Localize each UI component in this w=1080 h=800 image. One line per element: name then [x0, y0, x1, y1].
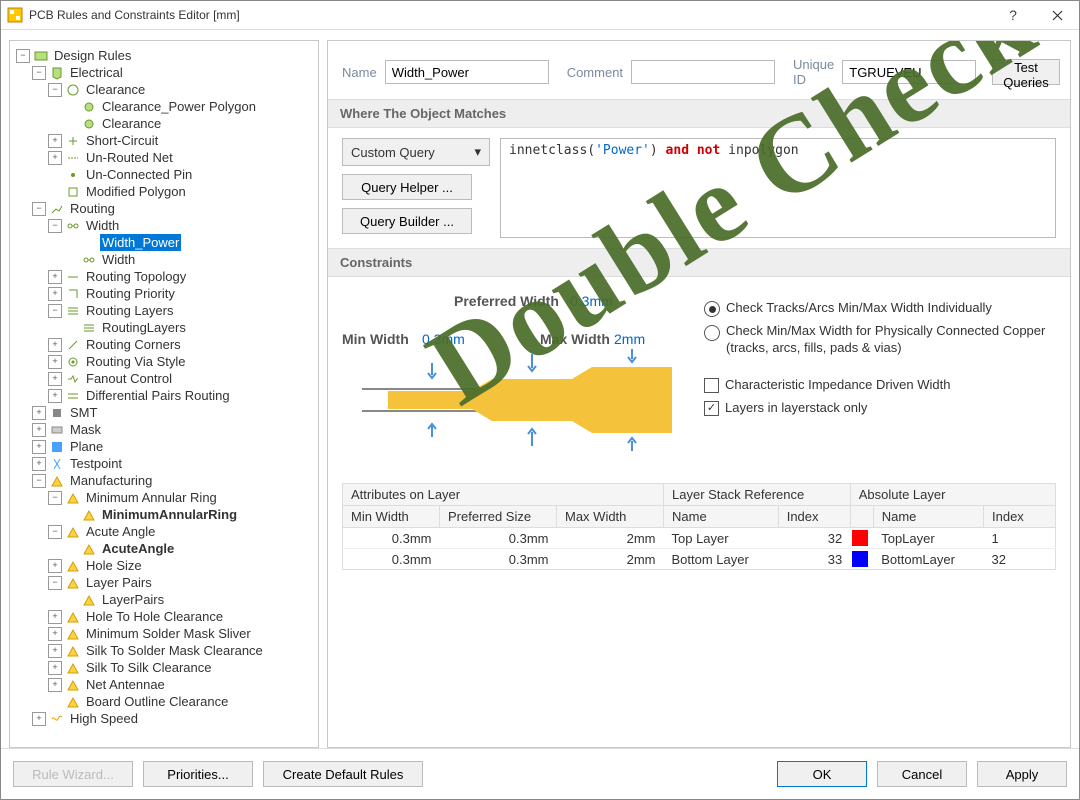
comment-input[interactable]	[631, 60, 775, 84]
tree-boardout[interactable]: Board Outline Clearance	[84, 693, 230, 710]
th-maxw[interactable]: Max Width	[557, 506, 664, 528]
uid-input[interactable]	[842, 60, 976, 84]
tree-hole[interactable]: Hole Size	[84, 557, 144, 574]
tree-rvia[interactable]: Routing Via Style	[84, 353, 188, 370]
opt-connected-label: Check Min/Max Width for Physically Conne…	[726, 323, 1045, 357]
tree-short[interactable]: Short-Circuit	[84, 132, 160, 149]
th-aname[interactable]: Name	[873, 506, 983, 528]
tree-silk2silk[interactable]: Silk To Silk Clearance	[84, 659, 213, 676]
opt-individual-radio[interactable]	[704, 301, 720, 317]
cancel-button[interactable]: Cancel	[877, 761, 967, 787]
ok-button[interactable]: OK	[777, 761, 867, 787]
th-sidx[interactable]: Index	[778, 506, 850, 528]
opt-layerstack-check[interactable]: ✓	[704, 401, 719, 416]
tree-mar[interactable]: Minimum Annular Ring	[84, 489, 219, 506]
rule-wizard-button[interactable]: Rule Wizard...	[13, 761, 133, 787]
apply-button[interactable]: Apply	[977, 761, 1067, 787]
window-title: PCB Rules and Constraints Editor [mm]	[29, 8, 991, 22]
match-type-dropdown[interactable]: Custom Query ▾	[342, 138, 490, 166]
tree-rcorners[interactable]: Routing Corners	[84, 336, 183, 353]
rule-detail-panel: Name Comment Unique ID Test Queries Wher…	[327, 40, 1071, 748]
min-width-value[interactable]: 0.3mm	[422, 331, 465, 347]
rules-tree[interactable]: −Design Rules −Electrical −Clearance Cle…	[9, 40, 319, 748]
max-width-label: Max Width	[540, 331, 610, 347]
max-width-value[interactable]: 2mm	[614, 331, 645, 347]
tree-diffpair[interactable]: Differential Pairs Routing	[84, 387, 232, 404]
tree-mask[interactable]: Mask	[68, 421, 103, 438]
opt-impedance-check[interactable]	[704, 378, 719, 393]
tree-minsolder[interactable]: Minimum Solder Mask Sliver	[84, 625, 253, 642]
name-label: Name	[342, 65, 377, 80]
tree-lpairs-child[interactable]: LayerPairs	[100, 591, 166, 608]
tree-rtopo[interactable]: Routing Topology	[84, 268, 188, 285]
tree-lpairs[interactable]: Layer Pairs	[84, 574, 154, 591]
tree-rlayers[interactable]: Routing Layers	[84, 302, 175, 319]
priorities-button[interactable]: Priorities...	[143, 761, 253, 787]
tree-clearance-2[interactable]: Clearance	[100, 115, 163, 132]
comment-label: Comment	[567, 65, 623, 80]
tree-acute[interactable]: Acute Angle	[84, 523, 157, 540]
tree-smt[interactable]: SMT	[68, 404, 99, 421]
close-icon	[1052, 10, 1063, 21]
titlebar: PCB Rules and Constraints Editor [mm] ?	[1, 1, 1079, 30]
tree-plane[interactable]: Plane	[68, 438, 105, 455]
chevron-down-icon: ▾	[474, 144, 481, 160]
th-grp-abs: Absolute Layer	[850, 484, 1055, 506]
query-helper-button[interactable]: Query Helper ...	[342, 174, 472, 200]
test-queries-button[interactable]: Test Queries	[992, 59, 1060, 85]
th-prefw[interactable]: Preferred Size	[440, 506, 557, 528]
th-grp-stack: Layer Stack Reference	[664, 484, 851, 506]
name-input[interactable]	[385, 60, 549, 84]
tree-width[interactable]: Width	[84, 217, 121, 234]
app-icon	[7, 7, 23, 23]
match-section-title: Where The Object Matches	[328, 99, 1070, 128]
uid-label: Unique ID	[793, 57, 834, 87]
tree-unconn[interactable]: Un-Connected Pin	[84, 166, 194, 183]
tree-routing[interactable]: Routing	[68, 200, 117, 217]
tree-rprio[interactable]: Routing Priority	[84, 285, 177, 302]
tree-width-power[interactable]: Width_Power	[100, 234, 181, 251]
tree-root[interactable]: Design Rules	[52, 47, 133, 64]
tree-fanout[interactable]: Fanout Control	[84, 370, 174, 387]
tree-testpoint[interactable]: Testpoint	[68, 455, 124, 472]
tree-s2s[interactable]: Silk To Solder Mask Clearance	[84, 642, 265, 659]
tree-electrical[interactable]: Electrical	[68, 64, 125, 81]
tree-highspeed[interactable]: High Speed	[68, 710, 140, 727]
tree-unrouted[interactable]: Un-Routed Net	[84, 149, 175, 166]
tree-rlayers-child[interactable]: RoutingLayers	[100, 319, 188, 336]
th-sname[interactable]: Name	[664, 506, 779, 528]
layer-width-table[interactable]: Attributes on Layer Layer Stack Referenc…	[342, 483, 1056, 570]
query-builder-button[interactable]: Query Builder ...	[342, 208, 472, 234]
opt-connected-radio[interactable]	[704, 325, 720, 341]
query-input[interactable]: innetclass('Power') and not inpolygon	[500, 138, 1056, 238]
th-aidx[interactable]: Index	[984, 506, 1056, 528]
table-row[interactable]: 0.3mm0.3mm2mmTop Layer32TopLayer1	[343, 528, 1056, 549]
create-default-rules-button[interactable]: Create Default Rules	[263, 761, 423, 787]
th-grp-attr: Attributes on Layer	[343, 484, 664, 506]
min-width-label: Min Width	[342, 331, 409, 347]
constraints-section-title: Constraints	[328, 248, 1070, 277]
tree-mfg[interactable]: Manufacturing	[68, 472, 154, 489]
table-row[interactable]: 0.3mm0.3mm2mmBottom Layer33BottomLayer32	[343, 549, 1056, 570]
opt-individual-label: Check Tracks/Arcs Min/Max Width Individu…	[726, 300, 992, 317]
pref-width-value[interactable]: 0.3mm	[570, 293, 613, 309]
help-button[interactable]: ?	[991, 1, 1035, 29]
tree-clearance-pp[interactable]: Clearance_Power Polygon	[100, 98, 258, 115]
tree-width-2[interactable]: Width	[100, 251, 137, 268]
pref-width-label: Preferred Width	[454, 293, 559, 309]
tree-mar-child[interactable]: MinimumAnnularRing	[100, 506, 239, 523]
th-minw[interactable]: Min Width	[343, 506, 440, 528]
close-button[interactable]	[1035, 1, 1079, 29]
tree-clearance[interactable]: Clearance	[84, 81, 147, 98]
width-visual: Preferred Width 0.3mm Min Width 0.3mm Ma…	[342, 293, 682, 463]
tree-netant[interactable]: Net Antennae	[84, 676, 167, 693]
opt-layerstack-label: Layers in layerstack only	[725, 400, 867, 417]
dialog-footer: Rule Wizard... Priorities... Create Defa…	[1, 748, 1079, 799]
tree-acute-child[interactable]: AcuteAngle	[100, 540, 176, 557]
th-swatch	[850, 506, 873, 528]
tree-h2h[interactable]: Hole To Hole Clearance	[84, 608, 225, 625]
tree-modpoly[interactable]: Modified Polygon	[84, 183, 188, 200]
opt-impedance-label: Characteristic Impedance Driven Width	[725, 377, 950, 394]
